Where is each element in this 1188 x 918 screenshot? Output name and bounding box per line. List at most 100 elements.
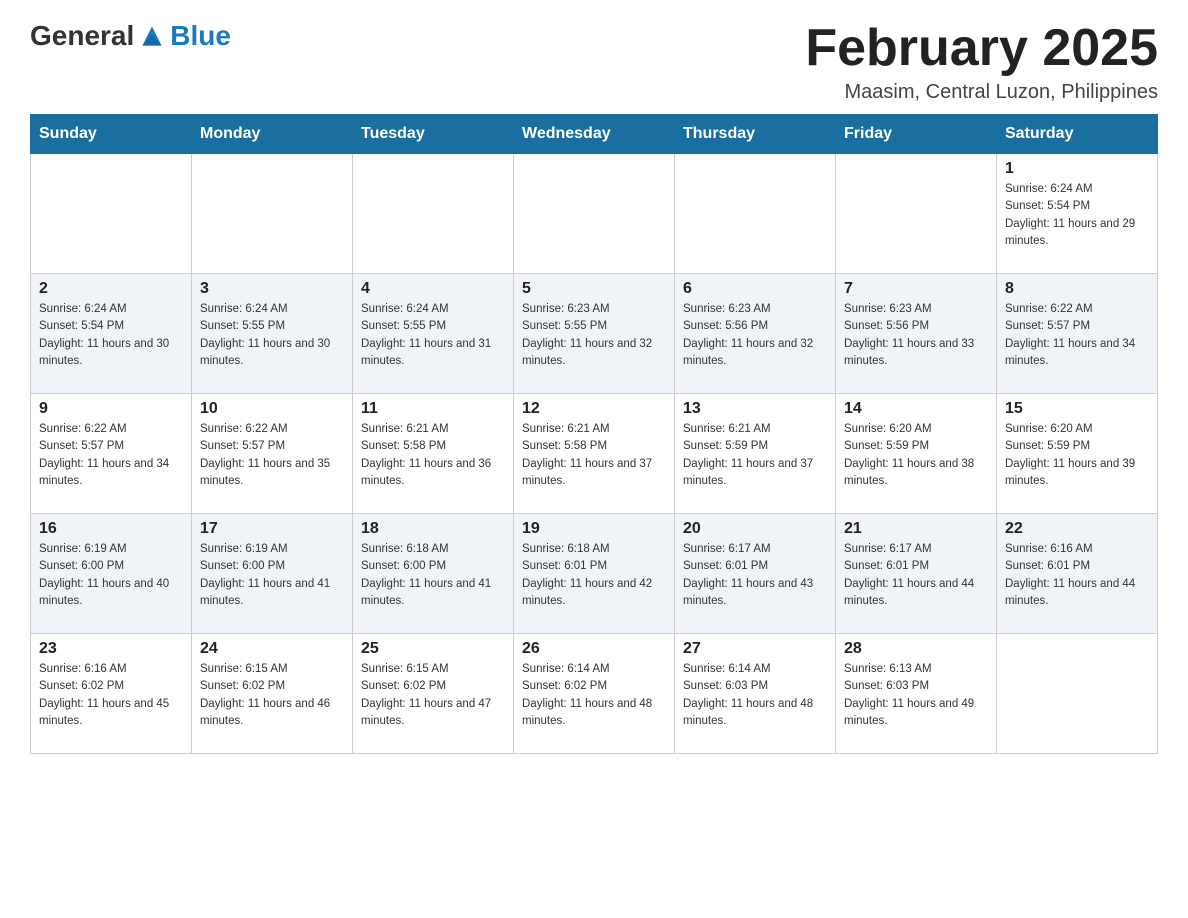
day-of-week-header: Sunday xyxy=(31,115,192,154)
calendar-cell: 3 Sunrise: 6:24 AMSunset: 5:55 PMDaylight… xyxy=(192,274,353,394)
calendar-cell: 9Sunrise: 6:22 AMSunset: 5:57 PMDaylight… xyxy=(31,394,192,514)
calendar-cell: 24 Sunrise: 6:15 AMSunset: 6:02 PMDayligh… xyxy=(192,634,353,754)
day-number: 17 xyxy=(200,520,344,538)
calendar-week-row: 2 Sunrise: 6:24 AMSunset: 5:54 PMDaylight… xyxy=(31,274,1158,394)
calendar-cell: 21 Sunrise: 6:17 AMSunset: 6:01 PMDayligh… xyxy=(836,514,997,634)
logo-text-blue: Blue xyxy=(170,20,231,52)
day-sun-info: Sunrise: 6:23 AMSunset: 5:56 PMDaylight:… xyxy=(683,301,827,370)
day-number: 11 xyxy=(361,400,505,418)
day-number: 26 xyxy=(522,640,666,658)
day-number: 20 xyxy=(683,520,827,538)
day-number: 22 xyxy=(1005,520,1149,538)
calendar-cell: 28 Sunrise: 6:13 AMSunset: 6:03 PMDayligh… xyxy=(836,634,997,754)
day-sun-info: Sunrise: 6:21 AMSunset: 5:58 PMDaylight:… xyxy=(522,421,666,490)
day-sun-info: Sunrise: 6:16 AMSunset: 6:02 PMDaylight:… xyxy=(39,661,183,730)
calendar-cell: 22Sunrise: 6:16 AMSunset: 6:01 PMDayligh… xyxy=(997,514,1158,634)
calendar-week-row: 16Sunrise: 6:19 AMSunset: 6:00 PMDayligh… xyxy=(31,514,1158,634)
day-sun-info: Sunrise: 6:24 AMSunset: 5:55 PMDaylight:… xyxy=(361,301,505,370)
day-number: 9 xyxy=(39,400,183,418)
day-number: 14 xyxy=(844,400,988,418)
days-of-week-row: SundayMondayTuesdayWednesdayThursdayFrid… xyxy=(31,115,1158,154)
day-number: 21 xyxy=(844,520,988,538)
calendar-header: SundayMondayTuesdayWednesdayThursdayFrid… xyxy=(31,115,1158,154)
day-sun-info: Sunrise: 6:15 AMSunset: 6:02 PMDaylight:… xyxy=(361,661,505,730)
day-sun-info: Sunrise: 6:24 AMSunset: 5:54 PMDaylight:… xyxy=(39,301,183,370)
day-number: 18 xyxy=(361,520,505,538)
day-number: 25 xyxy=(361,640,505,658)
calendar-cell xyxy=(675,154,836,274)
day-sun-info: Sunrise: 6:17 AMSunset: 6:01 PMDaylight:… xyxy=(683,541,827,610)
calendar-cell: 1Sunrise: 6:24 AMSunset: 5:54 PMDaylight… xyxy=(997,154,1158,274)
calendar-cell: 14 Sunrise: 6:20 AMSunset: 5:59 PMDayligh… xyxy=(836,394,997,514)
day-sun-info: Sunrise: 6:23 AMSunset: 5:55 PMDaylight:… xyxy=(522,301,666,370)
title-block: February 2025 Maasim, Central Luzon, Phi… xyxy=(805,20,1158,104)
calendar-cell xyxy=(836,154,997,274)
calendar-cell: 25 Sunrise: 6:15 AMSunset: 6:02 PMDayligh… xyxy=(353,634,514,754)
calendar-cell xyxy=(353,154,514,274)
calendar-cell xyxy=(31,154,192,274)
calendar-cell: 17Sunrise: 6:19 AMSunset: 6:00 PMDayligh… xyxy=(192,514,353,634)
day-sun-info: Sunrise: 6:14 AMSunset: 6:02 PMDaylight:… xyxy=(522,661,666,730)
calendar-cell xyxy=(192,154,353,274)
day-number: 2 xyxy=(39,280,183,298)
month-year-title: February 2025 xyxy=(805,20,1158,77)
day-of-week-header: Wednesday xyxy=(514,115,675,154)
calendar-cell: 10 Sunrise: 6:22 AMSunset: 5:57 PMDayligh… xyxy=(192,394,353,514)
day-sun-info: Sunrise: 6:20 AMSunset: 5:59 PMDaylight:… xyxy=(844,421,988,490)
calendar-cell: 6 Sunrise: 6:23 AMSunset: 5:56 PMDaylight… xyxy=(675,274,836,394)
calendar-cell: 11 Sunrise: 6:21 AMSunset: 5:58 PMDayligh… xyxy=(353,394,514,514)
day-of-week-header: Friday xyxy=(836,115,997,154)
logo-text-general: General xyxy=(30,20,134,52)
day-sun-info: Sunrise: 6:15 AMSunset: 6:02 PMDaylight:… xyxy=(200,661,344,730)
day-of-week-header: Saturday xyxy=(997,115,1158,154)
day-number: 3 xyxy=(200,280,344,298)
calendar-cell: 23Sunrise: 6:16 AMSunset: 6:02 PMDayligh… xyxy=(31,634,192,754)
location-subtitle: Maasim, Central Luzon, Philippines xyxy=(805,81,1158,104)
day-number: 15 xyxy=(1005,400,1149,418)
logo: General Blue xyxy=(30,20,231,52)
day-sun-info: Sunrise: 6:14 AMSunset: 6:03 PMDaylight:… xyxy=(683,661,827,730)
page-header: General Blue February 2025 Maasim, Centr… xyxy=(30,20,1158,104)
day-number: 13 xyxy=(683,400,827,418)
day-sun-info: Sunrise: 6:17 AMSunset: 6:01 PMDaylight:… xyxy=(844,541,988,610)
day-sun-info: Sunrise: 6:13 AMSunset: 6:03 PMDaylight:… xyxy=(844,661,988,730)
day-sun-info: Sunrise: 6:21 AMSunset: 5:59 PMDaylight:… xyxy=(683,421,827,490)
day-number: 27 xyxy=(683,640,827,658)
day-number: 16 xyxy=(39,520,183,538)
day-of-week-header: Thursday xyxy=(675,115,836,154)
calendar-cell xyxy=(997,634,1158,754)
calendar-table: SundayMondayTuesdayWednesdayThursdayFrid… xyxy=(30,114,1158,754)
day-number: 5 xyxy=(522,280,666,298)
day-sun-info: Sunrise: 6:24 AMSunset: 5:55 PMDaylight:… xyxy=(200,301,344,370)
calendar-cell: 26 Sunrise: 6:14 AMSunset: 6:02 PMDayligh… xyxy=(514,634,675,754)
calendar-cell: 2 Sunrise: 6:24 AMSunset: 5:54 PMDaylight… xyxy=(31,274,192,394)
day-sun-info: Sunrise: 6:22 AMSunset: 5:57 PMDaylight:… xyxy=(200,421,344,490)
calendar-cell: 12Sunrise: 6:21 AMSunset: 5:58 PMDayligh… xyxy=(514,394,675,514)
day-number: 28 xyxy=(844,640,988,658)
calendar-cell: 7 Sunrise: 6:23 AMSunset: 5:56 PMDaylight… xyxy=(836,274,997,394)
day-sun-info: Sunrise: 6:18 AMSunset: 6:00 PMDaylight:… xyxy=(361,541,505,610)
day-number: 24 xyxy=(200,640,344,658)
day-of-week-header: Monday xyxy=(192,115,353,154)
day-sun-info: Sunrise: 6:23 AMSunset: 5:56 PMDaylight:… xyxy=(844,301,988,370)
day-number: 6 xyxy=(683,280,827,298)
calendar-cell: 8 Sunrise: 6:22 AMSunset: 5:57 PMDaylight… xyxy=(997,274,1158,394)
day-sun-info: Sunrise: 6:21 AMSunset: 5:58 PMDaylight:… xyxy=(361,421,505,490)
day-number: 7 xyxy=(844,280,988,298)
day-of-week-header: Tuesday xyxy=(353,115,514,154)
calendar-week-row: 1Sunrise: 6:24 AMSunset: 5:54 PMDaylight… xyxy=(31,154,1158,274)
calendar-cell: 4 Sunrise: 6:24 AMSunset: 5:55 PMDaylight… xyxy=(353,274,514,394)
calendar-cell: 18 Sunrise: 6:18 AMSunset: 6:00 PMDayligh… xyxy=(353,514,514,634)
calendar-cell: 27 Sunrise: 6:14 AMSunset: 6:03 PMDayligh… xyxy=(675,634,836,754)
calendar-cell: 13 Sunrise: 6:21 AMSunset: 5:59 PMDayligh… xyxy=(675,394,836,514)
day-number: 10 xyxy=(200,400,344,418)
day-number: 4 xyxy=(361,280,505,298)
calendar-cell: 20 Sunrise: 6:17 AMSunset: 6:01 PMDayligh… xyxy=(675,514,836,634)
day-sun-info: Sunrise: 6:22 AMSunset: 5:57 PMDaylight:… xyxy=(1005,301,1149,370)
day-number: 8 xyxy=(1005,280,1149,298)
calendar-cell: 15 Sunrise: 6:20 AMSunset: 5:59 PMDayligh… xyxy=(997,394,1158,514)
day-number: 19 xyxy=(522,520,666,538)
day-number: 1 xyxy=(1005,160,1149,178)
calendar-cell: 19Sunrise: 6:18 AMSunset: 6:01 PMDayligh… xyxy=(514,514,675,634)
day-sun-info: Sunrise: 6:20 AMSunset: 5:59 PMDaylight:… xyxy=(1005,421,1149,490)
